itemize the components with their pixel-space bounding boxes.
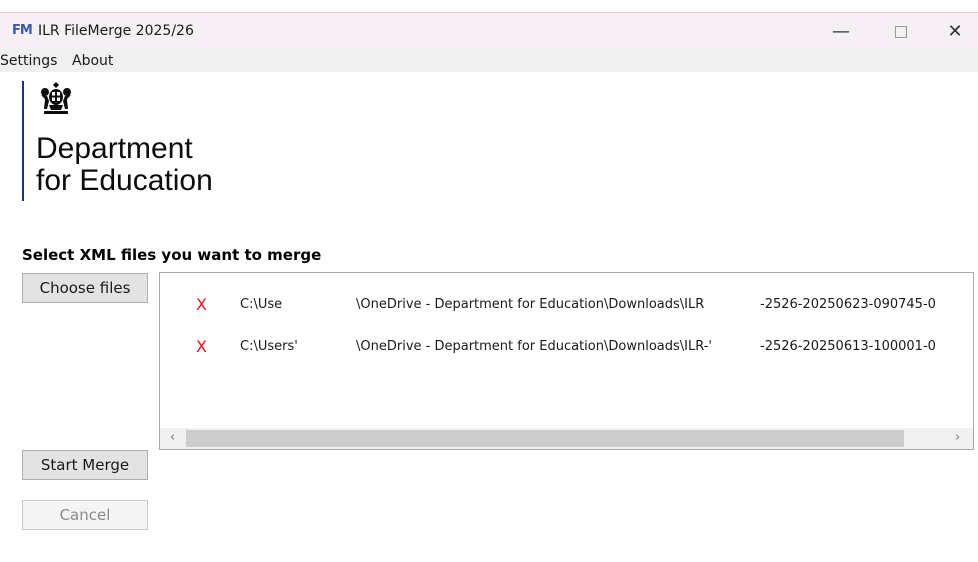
minimize-button[interactable]: — [818, 13, 864, 50]
close-button[interactable]: ✕ [932, 13, 978, 50]
file-list[interactable]: X C:\Use \OneDrive - Department for Educ… [159, 272, 974, 450]
file-path-start: C:\Use [240, 297, 283, 312]
scroll-left-icon[interactable]: ‹ [170, 430, 175, 445]
horizontal-scrollbar[interactable]: ‹ › [160, 428, 973, 449]
file-path-middle: \OneDrive - Department for Education\Dow… [356, 339, 712, 354]
royal-crest-icon [41, 82, 71, 114]
file-row: X C:\Users' \OneDrive - Department for E… [160, 337, 973, 359]
select-files-heading: Select XML files you want to merge [22, 246, 322, 264]
start-merge-button[interactable]: Start Merge [22, 450, 148, 480]
choose-files-button[interactable]: Choose files [22, 273, 148, 303]
title-bar: FM ILR FileMerge 2025/26 — ✕ [0, 13, 978, 50]
minimize-icon: — [832, 21, 850, 42]
scroll-right-icon[interactable]: › [955, 430, 960, 445]
desktop-strip [0, 0, 978, 12]
maximize-button[interactable] [878, 13, 924, 50]
menu-about[interactable]: About [72, 53, 113, 69]
scrollbar-thumb[interactable] [186, 430, 904, 447]
window-title: ILR FileMerge 2025/26 [38, 23, 194, 39]
file-path-end: -2526-20250623-090745-0 [760, 297, 936, 312]
remove-file-icon[interactable]: X [196, 337, 207, 356]
remove-file-icon[interactable]: X [196, 295, 207, 314]
menu-bar: Settings About [0, 50, 978, 72]
app-window: FM ILR FileMerge 2025/26 — ✕ Settings Ab… [0, 12, 978, 562]
file-path-middle: \OneDrive - Department for Education\Dow… [356, 297, 705, 312]
file-path-start: C:\Users' [240, 339, 298, 354]
file-path-end: -2526-20250613-100001-0 [760, 339, 936, 354]
department-line-1: Department [36, 132, 193, 165]
app-icon: FM [12, 23, 33, 38]
department-name: Department for Education [36, 133, 213, 197]
file-row: X C:\Use \OneDrive - Department for Educ… [160, 295, 973, 317]
department-line-2: for Education [36, 164, 213, 197]
logo-bar [22, 81, 24, 201]
maximize-icon [895, 25, 907, 38]
close-icon: ✕ [947, 21, 963, 42]
cancel-button[interactable]: Cancel [22, 500, 148, 530]
dfe-logo: Department for Education [22, 79, 262, 201]
menu-settings[interactable]: Settings [0, 53, 57, 69]
